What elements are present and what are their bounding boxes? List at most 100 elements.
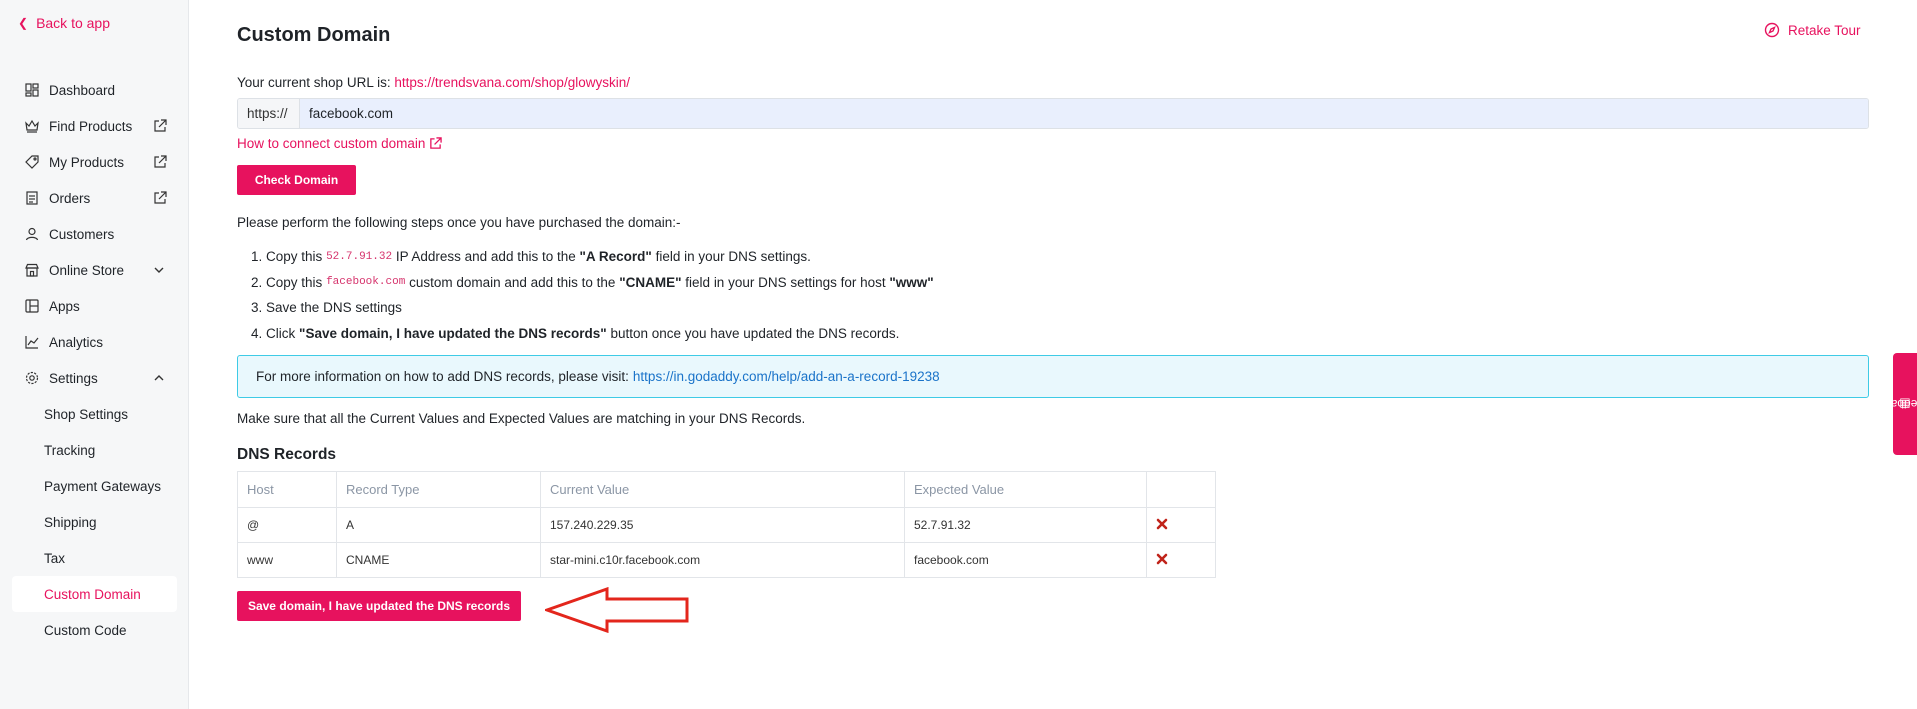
steps-intro: Please perform the following steps once … <box>237 215 681 230</box>
sidebar-item-apps[interactable]: Apps <box>12 288 177 324</box>
table-header-row: Host Record Type Current Value Expected … <box>237 471 1216 508</box>
external-link-icon <box>154 191 167 204</box>
back-to-app-link[interactable]: ❮ Back to app <box>18 15 110 31</box>
cell-record-type: A <box>336 507 541 543</box>
step-item: 3. Save the DNS settings <box>251 295 934 321</box>
store-icon <box>25 263 39 277</box>
compass-icon <box>1764 22 1780 38</box>
cell-current-value: star-mini.c10r.facebook.com <box>540 542 905 578</box>
sidebar-item-shop-settings[interactable]: Shop Settings <box>12 396 177 432</box>
step-item: 4. Click "Save domain, I have updated th… <box>251 321 934 347</box>
sidebar-item-custom-code[interactable]: Custom Code <box>12 612 177 648</box>
sidebar-item-dashboard[interactable]: Dashboard <box>12 72 177 108</box>
cell-current-value: 157.240.229.35 <box>540 507 905 543</box>
column-header-expected-value: Expected Value <box>904 471 1147 508</box>
step-text: field in your DNS settings for host <box>685 274 886 290</box>
error-x-icon <box>1156 518 1168 529</box>
cell-status <box>1146 507 1216 543</box>
step-text: Copy this <box>266 249 323 265</box>
sidebar-item-payment-gateways[interactable]: Payment Gateways <box>12 468 177 504</box>
godaddy-help-link[interactable]: https://in.godaddy.com/help/add-an-a-rec… <box>633 369 940 384</box>
step-text: Click <box>266 325 296 341</box>
sidebar-item-label: Settings <box>49 370 98 386</box>
sidebar-item-tracking[interactable]: Tracking <box>12 432 177 468</box>
step-number: 1. <box>251 249 263 265</box>
how-to-connect-link[interactable]: How to connect custom domain <box>237 136 443 151</box>
match-instructions: Make sure that all the Current Values an… <box>237 411 806 426</box>
save-domain-button[interactable]: Save domain, I have updated the DNS reco… <box>237 591 521 621</box>
sidebar-item-settings[interactable]: Settings <box>12 360 177 396</box>
shop-url-prefix: Your current shop URL is: <box>237 75 391 90</box>
scheme-prefix: https:// <box>238 99 300 128</box>
sidebar-item-label: Dashboard <box>49 82 116 98</box>
external-link-icon <box>430 137 443 149</box>
step-emphasis: "CNAME" <box>619 274 682 290</box>
domain-code: facebook.com <box>326 276 406 289</box>
domain-input[interactable] <box>300 99 1868 128</box>
sidebar-item-label: Apps <box>49 298 80 314</box>
step-item: 1. Copy this 52.7.91.32 IP Address and a… <box>251 244 934 270</box>
domain-input-group: https:// <box>237 98 1869 129</box>
sidebar-item-tax[interactable]: Tax <box>12 540 177 576</box>
document-icon <box>25 191 39 205</box>
chevron-down-icon <box>154 267 164 273</box>
step-item: 2. Copy this facebook.com custom domain … <box>251 270 934 296</box>
sidebar-nav: Dashboard Find Products My Products Orde… <box>12 72 177 648</box>
feedback-label: Feedback <box>1878 397 1917 411</box>
check-domain-button[interactable]: Check Domain <box>237 165 356 195</box>
column-header-status <box>1146 471 1216 508</box>
how-to-connect-label: How to connect custom domain <box>237 136 426 151</box>
chevron-up-icon <box>154 375 164 381</box>
retake-tour-label: Retake Tour <box>1788 22 1861 38</box>
step-number: 4. <box>251 325 263 341</box>
sidebar-item-my-products[interactable]: My Products <box>12 144 177 180</box>
sidebar-item-find-products[interactable]: Find Products <box>12 108 177 144</box>
sidebar-item-online-store[interactable]: Online Store <box>12 252 177 288</box>
sidebar-item-label: Online Store <box>49 262 125 278</box>
sidebar-item-label: My Products <box>49 154 125 170</box>
shop-url-link[interactable]: https://trendsvana.com/shop/glowyskin/ <box>394 75 630 90</box>
sidebar-item-custom-domain[interactable]: Custom Domain <box>12 576 177 612</box>
step-emphasis: "Save domain, I have updated the DNS rec… <box>299 325 607 341</box>
cell-status <box>1146 542 1216 578</box>
shop-url-line: Your current shop URL is: https://trends… <box>237 75 630 90</box>
step-text: button once you have updated the DNS rec… <box>610 325 900 341</box>
step-number: 3. <box>251 300 263 316</box>
tag-icon <box>25 155 39 169</box>
step-emphasis: "A Record" <box>579 249 652 265</box>
table-row: www CNAME star-mini.c10r.facebook.com fa… <box>237 542 1216 578</box>
ip-address-code: 52.7.91.32 <box>326 250 393 263</box>
sidebar-item-orders[interactable]: Orders <box>12 180 177 216</box>
table-row: @ A 157.240.229.35 52.7.91.32 <box>237 507 1216 543</box>
dashboard-icon <box>25 83 39 97</box>
external-link-icon <box>154 155 167 168</box>
step-text: Copy this <box>266 274 323 290</box>
sidebar-item-label: Customers <box>49 226 115 242</box>
feedback-tab[interactable]: ▤ Feedback <box>1879 353 1917 455</box>
dns-records-title: DNS Records <box>237 446 337 463</box>
sidebar-item-label: Orders <box>49 190 91 206</box>
cell-expected-value: facebook.com <box>904 542 1147 578</box>
crown-icon <box>25 119 39 133</box>
info-text: For more information on how to add DNS r… <box>256 369 629 384</box>
page-title: Custom Domain <box>237 24 391 46</box>
sidebar-item-label: Find Products <box>49 118 133 134</box>
sidebar-item-shipping[interactable]: Shipping <box>12 504 177 540</box>
dns-records-table: Host Record Type Current Value Expected … <box>237 471 1216 578</box>
column-header-host: Host <box>237 471 337 508</box>
step-number: 2. <box>251 274 263 290</box>
apps-icon <box>25 299 39 313</box>
cell-host: www <box>237 542 337 578</box>
column-header-record-type: Record Type <box>336 471 541 508</box>
column-header-current-value: Current Value <box>540 471 905 508</box>
sidebar-item-customers[interactable]: Customers <box>12 216 177 252</box>
cell-host: @ <box>237 507 337 543</box>
step-text: field in your DNS settings. <box>655 249 811 265</box>
gear-icon <box>25 371 39 385</box>
external-link-icon <box>154 119 167 132</box>
user-icon <box>25 227 39 241</box>
sidebar-item-label: Analytics <box>49 334 104 350</box>
step-text: Save the DNS settings <box>266 300 402 316</box>
retake-tour-button[interactable]: Retake Tour <box>1764 22 1861 38</box>
sidebar-item-analytics[interactable]: Analytics <box>12 324 177 360</box>
